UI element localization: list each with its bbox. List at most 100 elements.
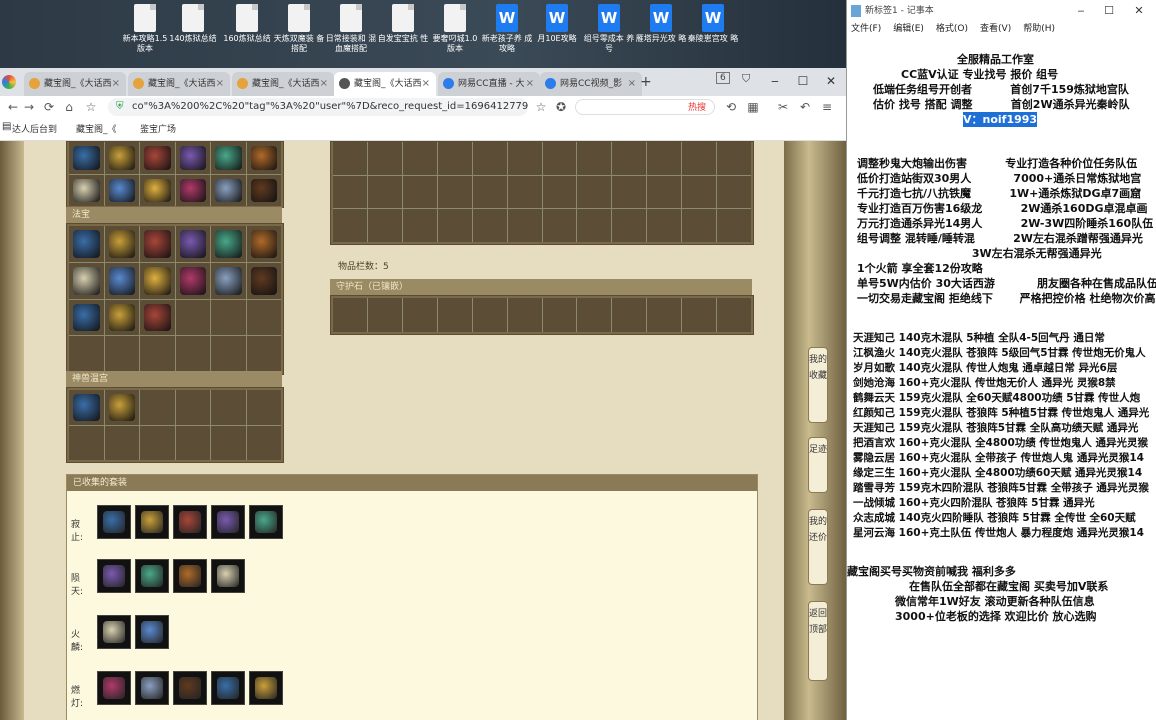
fabao-slot[interactable] bbox=[104, 299, 139, 336]
fabao-slot[interactable] bbox=[69, 262, 104, 299]
fabao-slot[interactable] bbox=[175, 226, 210, 262]
fabao-slot[interactable] bbox=[175, 262, 210, 299]
inventory-slot[interactable] bbox=[647, 175, 682, 209]
fabao-slot[interactable] bbox=[246, 262, 281, 299]
my-bargain-button[interactable]: 我的还价 bbox=[808, 509, 828, 585]
fabao-slot[interactable] bbox=[140, 262, 175, 299]
set-item-icon[interactable] bbox=[135, 671, 169, 705]
set-item-icon[interactable] bbox=[211, 671, 245, 705]
guardian-slot[interactable] bbox=[402, 298, 437, 332]
desktop-icon[interactable]: 140炼狱总结 bbox=[166, 4, 220, 44]
desktop-icon[interactable]: 天炼双魔装 备搭配 bbox=[272, 4, 326, 54]
inventory-slot[interactable] bbox=[507, 142, 542, 175]
undo-icon[interactable]: ↶ bbox=[796, 98, 814, 116]
tab[interactable]: 网易CC视频_影 × bbox=[540, 72, 642, 96]
inventory-slot[interactable] bbox=[333, 142, 367, 175]
shenshou-slot[interactable] bbox=[69, 390, 104, 425]
set-item-icon[interactable] bbox=[135, 505, 169, 539]
inventory-slot[interactable] bbox=[333, 209, 367, 242]
inventory-slot[interactable] bbox=[333, 175, 367, 209]
fabao-slot[interactable] bbox=[104, 226, 139, 262]
inventory-slot[interactable] bbox=[612, 142, 647, 175]
close-tab-icon[interactable]: × bbox=[216, 72, 224, 96]
set-item-icon[interactable] bbox=[135, 559, 169, 593]
equipment-slot[interactable] bbox=[140, 174, 175, 206]
desktop-icon[interactable]: 160炼狱总结 bbox=[220, 4, 274, 44]
desktop-icon[interactable]: W 秦陵崽宫攻 略 bbox=[686, 4, 740, 44]
home-icon[interactable]: ⌂ bbox=[60, 98, 78, 116]
desktop-icon[interactable]: 要奢叼城1.0 版本 bbox=[428, 4, 482, 54]
desktop-icon[interactable]: W 新老孩子养 成攻略 bbox=[480, 4, 534, 54]
inventory-slot[interactable] bbox=[367, 175, 402, 209]
tab-count-badge[interactable]: 6 bbox=[716, 72, 730, 84]
inventory-slot[interactable] bbox=[542, 209, 577, 242]
equipment-slot[interactable] bbox=[246, 142, 281, 174]
guardian-slot[interactable] bbox=[577, 298, 612, 332]
close-tab-icon[interactable]: × bbox=[320, 72, 328, 96]
set-item-icon[interactable] bbox=[97, 615, 131, 649]
inventory-slot[interactable] bbox=[402, 209, 437, 242]
inventory-slot[interactable] bbox=[682, 209, 717, 242]
inventory-slot[interactable] bbox=[402, 175, 437, 209]
my-favorites-button[interactable]: 我的收藏 bbox=[808, 347, 828, 423]
equipment-slot[interactable] bbox=[246, 174, 281, 206]
bookmark-item[interactable]: 达人后台到 bbox=[12, 122, 57, 135]
desktop-icon[interactable]: W 月10E攻略 bbox=[530, 4, 584, 44]
guardian-slot[interactable] bbox=[717, 298, 751, 332]
fabao-slot[interactable] bbox=[140, 336, 175, 372]
set-item-icon[interactable] bbox=[173, 559, 207, 593]
inventory-slot[interactable] bbox=[437, 175, 472, 209]
refresh-icon[interactable]: ⟳ bbox=[40, 98, 58, 116]
desktop-icon[interactable]: W 雁塔异光攻 略 bbox=[634, 4, 688, 44]
shenshou-slot[interactable] bbox=[69, 425, 104, 460]
set-item-icon[interactable] bbox=[173, 505, 207, 539]
fabao-slot[interactable] bbox=[175, 299, 210, 336]
shenshou-slot[interactable] bbox=[140, 390, 175, 425]
fabao-slot[interactable] bbox=[175, 336, 210, 372]
forward-icon[interactable]: → bbox=[20, 98, 38, 116]
grid-icon[interactable]: ▦ bbox=[744, 98, 762, 116]
inventory-slot[interactable] bbox=[367, 142, 402, 175]
tab[interactable]: 藏宝阁_《大话西 × bbox=[24, 72, 126, 96]
inventory-slot[interactable] bbox=[542, 175, 577, 209]
fabao-slot[interactable] bbox=[211, 336, 246, 372]
equipment-slot[interactable] bbox=[104, 174, 139, 206]
bookmark-star-icon[interactable]: ☆ bbox=[532, 98, 550, 116]
bookmark-item[interactable]: 藏宝阁_《 bbox=[76, 122, 117, 135]
desktop-icon[interactable]: 日常接装和 混血魔搭配 bbox=[324, 4, 378, 54]
notepad-text-area[interactable]: 全服精品工作室 CC蓝V认证 专业找号 报价 组号 低端任务组号开创者 首创7千15… bbox=[847, 38, 1156, 720]
fabao-slot[interactable] bbox=[140, 226, 175, 262]
set-item-icon[interactable] bbox=[211, 505, 245, 539]
maximize-button[interactable]: ☐ bbox=[788, 68, 818, 96]
fabao-slot[interactable] bbox=[69, 299, 104, 336]
inventory-slot[interactable] bbox=[682, 142, 717, 175]
inventory-slot[interactable] bbox=[577, 175, 612, 209]
fabao-slot[interactable] bbox=[211, 262, 246, 299]
equipment-slot[interactable] bbox=[69, 142, 104, 174]
menu-icon[interactable]: ≡ bbox=[818, 98, 836, 116]
inventory-slot[interactable] bbox=[577, 142, 612, 175]
equipment-slot[interactable] bbox=[211, 174, 246, 206]
fabao-slot[interactable] bbox=[211, 299, 246, 336]
tab[interactable]: 网易CC直播 - 大 × bbox=[438, 72, 540, 96]
clothing-icon[interactable]: ⛉ bbox=[742, 72, 750, 86]
inventory-slot[interactable] bbox=[612, 209, 647, 242]
shenshou-slot[interactable] bbox=[140, 425, 175, 460]
shenshou-slot[interactable] bbox=[246, 390, 281, 425]
inventory-slot[interactable] bbox=[577, 209, 612, 242]
cut-icon[interactable]: ✂ bbox=[774, 98, 792, 116]
equipment-slot[interactable] bbox=[211, 142, 246, 174]
menu-item[interactable]: 格式(O) bbox=[936, 24, 968, 34]
desktop-icon[interactable]: 自发宝宝抗 性 bbox=[376, 4, 430, 44]
inventory-slot[interactable] bbox=[542, 142, 577, 175]
guardian-slot[interactable] bbox=[647, 298, 682, 332]
shenshou-slot[interactable] bbox=[246, 425, 281, 460]
desktop-icon[interactable]: 新本攻略1.5 版本 bbox=[118, 4, 172, 54]
minimize-button[interactable]: ‒ bbox=[1067, 0, 1095, 22]
menu-item[interactable]: 查看(V) bbox=[980, 24, 1011, 34]
fabao-slot[interactable] bbox=[140, 299, 175, 336]
equipment-slot[interactable] bbox=[175, 174, 210, 206]
set-item-icon[interactable] bbox=[249, 671, 283, 705]
shenshou-slot[interactable] bbox=[175, 390, 210, 425]
inventory-slot[interactable] bbox=[647, 142, 682, 175]
